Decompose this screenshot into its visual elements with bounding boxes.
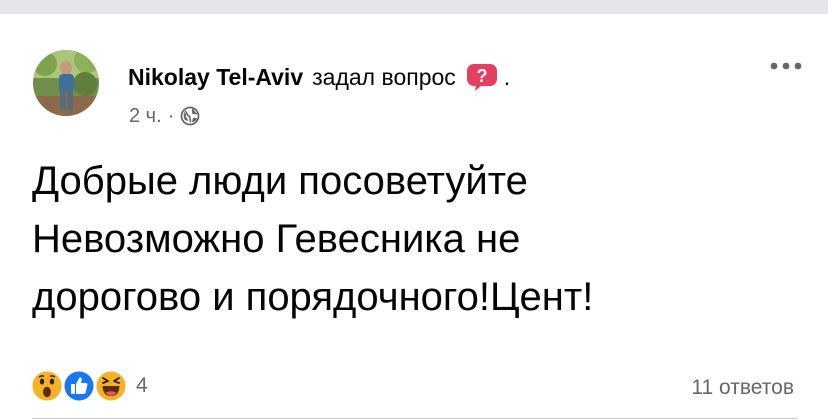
author-avatar[interactable] [33, 50, 99, 116]
haha-reaction-icon [94, 369, 128, 403]
reaction-count: 4 [136, 374, 148, 397]
meta-separator: · [167, 104, 175, 127]
post-body-text: Добрые люди посоветуйте Невозможно Гевес… [32, 152, 792, 326]
post-card: Nikolay Tel-Aviv задал вопрос ? . 2 ч. · [0, 14, 828, 420]
svg-text:?: ? [476, 66, 487, 86]
like-reaction-icon [62, 369, 96, 403]
post-action-text: задал вопрос [312, 63, 456, 90]
post-header: Nikolay Tel-Aviv задал вопрос ? . [128, 60, 510, 94]
post-meta: 2 ч. · [129, 102, 200, 130]
post-timestamp[interactable]: 2 ч. [129, 105, 162, 128]
comments-count-link[interactable]: 11 ответов [691, 376, 794, 400]
post-text-line: Добрые люди посоветуйте [32, 159, 528, 203]
header-trailing-dot: . [503, 63, 511, 90]
globe-icon[interactable] [180, 106, 200, 126]
reaction-icons [30, 368, 130, 404]
post-text-line: дорогово и порядочного!Цент! [32, 275, 594, 319]
post-text-line: Невозможно Гевесника не [32, 217, 521, 261]
more-horizontal-icon [770, 62, 802, 70]
reactions-summary[interactable]: 4 [30, 368, 148, 404]
wow-reaction-icon [30, 369, 64, 403]
author-name[interactable]: Nikolay Tel-Aviv [128, 64, 303, 91]
question-mark-badge-icon: ? [466, 62, 498, 92]
more-options-button[interactable] [766, 54, 806, 78]
action-bar-divider [32, 418, 798, 419]
